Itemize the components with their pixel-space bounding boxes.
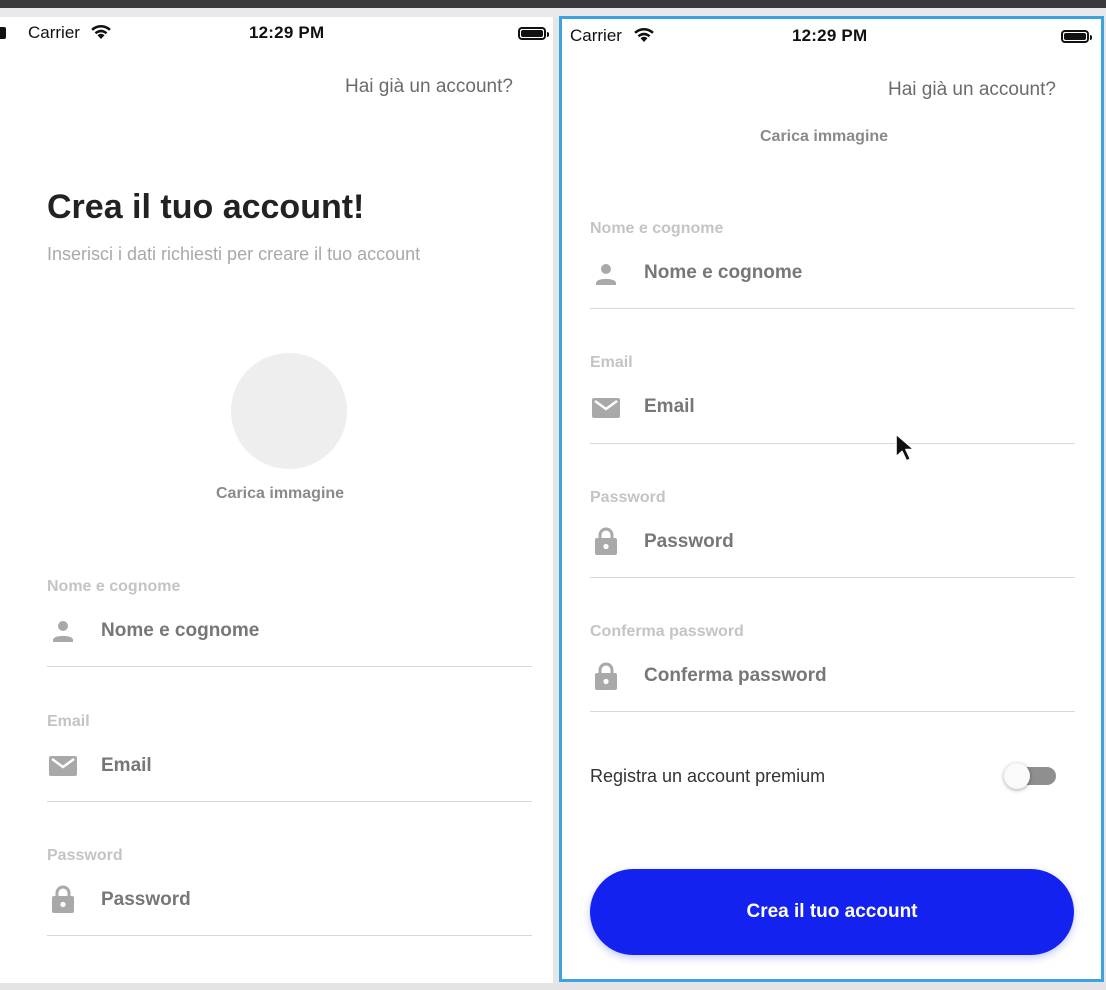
name-input[interactable]: Nome e cognome — [644, 262, 802, 284]
create-account-button[interactable]: Crea il tuo account — [590, 869, 1074, 955]
email-field-underline — [590, 443, 1075, 444]
mouse-pointer-icon — [894, 433, 920, 468]
window-top-bar — [0, 0, 1106, 8]
lock-icon — [595, 662, 617, 695]
create-account-button-label: Crea il tuo account — [746, 901, 918, 922]
mail-icon — [592, 398, 620, 423]
name-field-underline — [590, 308, 1075, 309]
status-carrier: Carrier — [28, 23, 80, 42]
password-input[interactable]: Password — [644, 531, 734, 553]
lock-icon — [595, 527, 617, 560]
confirm-password-field-underline — [590, 711, 1075, 712]
page-subtitle: Inserisci i dati richiesti per creare il… — [47, 244, 421, 264]
email-input[interactable]: Email — [101, 755, 152, 777]
signal-icon — [0, 26, 6, 39]
status-carrier: Carrier — [570, 26, 622, 45]
name-field-label: Nome e cognome — [47, 578, 181, 595]
premium-toggle[interactable] — [1002, 761, 1060, 791]
login-link[interactable]: Hai già un account? — [888, 79, 1056, 101]
email-field-label: Email — [590, 354, 633, 371]
confirm-password-field-label: Conferma password — [590, 623, 744, 640]
toggle-knob — [1004, 763, 1030, 789]
signup-screen-left: Carrier 12:29 PM Hai già un account? Cre… — [0, 17, 553, 983]
password-field-underline — [47, 935, 532, 936]
mail-icon — [49, 756, 77, 781]
upload-image-link[interactable]: Carica immagine — [760, 128, 888, 146]
name-field-label: Nome e cognome — [590, 220, 724, 237]
battery-icon — [518, 27, 549, 40]
status-time: 12:29 PM — [792, 26, 868, 45]
lock-icon — [52, 885, 74, 918]
person-icon — [51, 619, 75, 648]
avatar-upload[interactable] — [231, 353, 347, 469]
premium-toggle-label: Registra un account premium — [590, 766, 826, 786]
name-field-underline — [47, 666, 532, 667]
password-input[interactable]: Password — [101, 889, 191, 911]
login-link[interactable]: Hai già un account? — [345, 76, 513, 98]
password-field-label: Password — [47, 847, 123, 864]
wifi-icon — [633, 27, 655, 48]
signup-screen-right: Carrier 12:29 PM Hai già un account? Car… — [559, 16, 1104, 982]
upload-image-link[interactable]: Carica immagine — [216, 485, 344, 503]
email-field-underline — [47, 801, 532, 802]
wifi-icon — [90, 24, 112, 45]
email-field-label: Email — [47, 713, 90, 730]
email-input[interactable]: Email — [644, 396, 695, 418]
password-field-underline — [590, 577, 1075, 578]
status-time: 12:29 PM — [249, 23, 325, 42]
confirm-password-input[interactable]: Conferma password — [644, 665, 827, 687]
password-field-label: Password — [590, 489, 666, 506]
window-bottom-bar — [0, 983, 1106, 990]
battery-icon — [1061, 30, 1092, 43]
name-input[interactable]: Nome e cognome — [101, 620, 259, 642]
page-title: Crea il tuo account! — [47, 188, 365, 226]
person-icon — [594, 262, 618, 291]
